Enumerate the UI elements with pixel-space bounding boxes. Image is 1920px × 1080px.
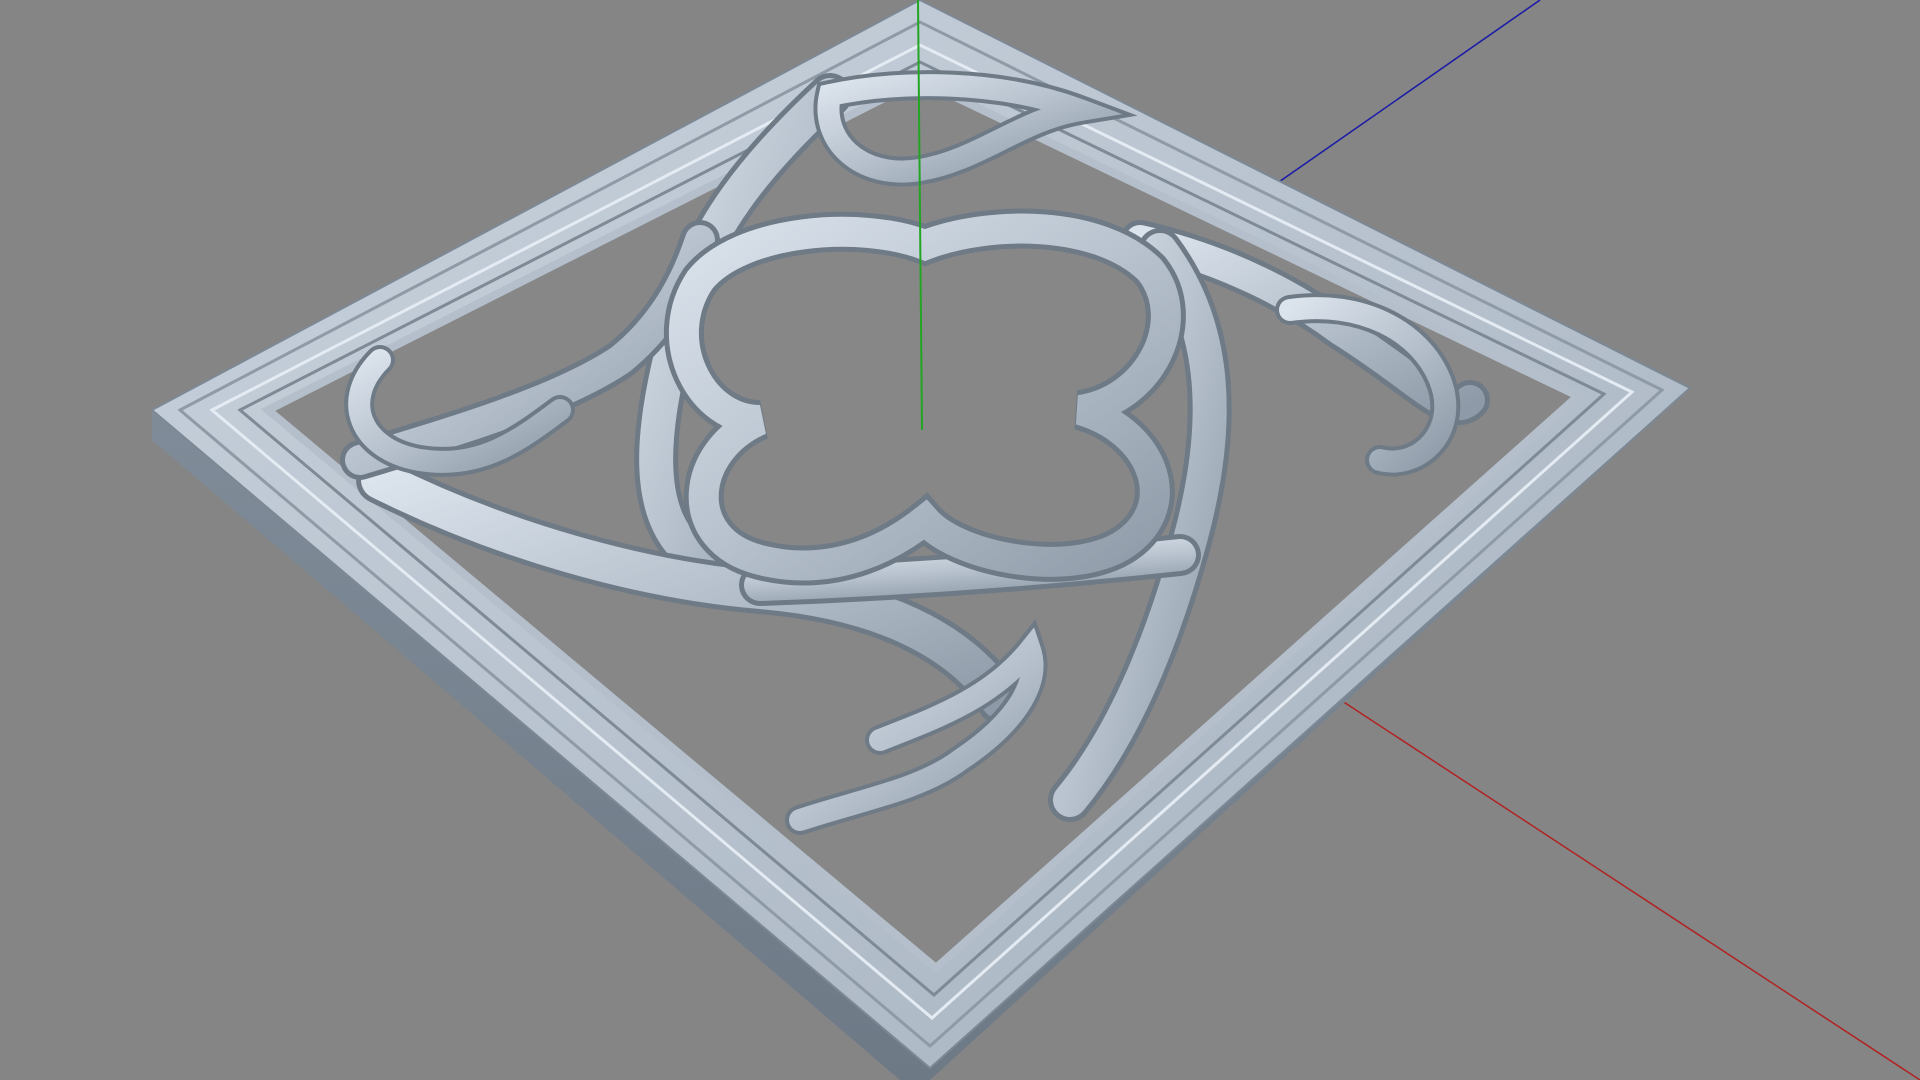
tracery-model[interactable] xyxy=(150,0,1692,1080)
viewport-scene[interactable] xyxy=(0,0,1920,1080)
3d-viewport[interactable] xyxy=(0,0,1920,1080)
